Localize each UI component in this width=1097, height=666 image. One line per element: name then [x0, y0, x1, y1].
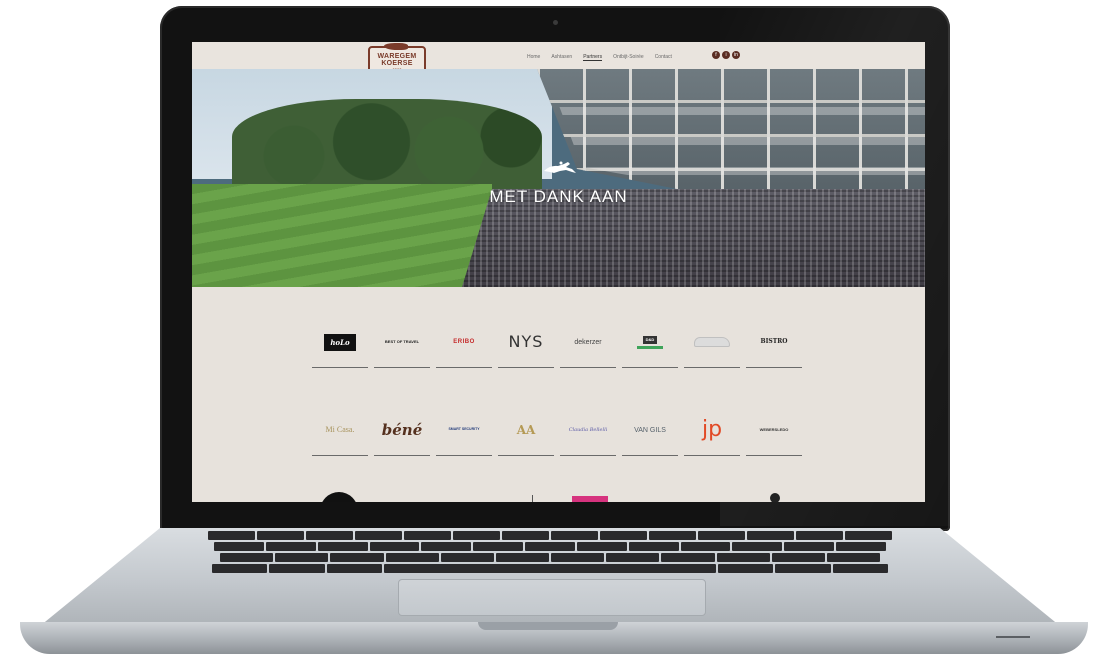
partner-logo[interactable]: hoLo — [312, 317, 368, 368]
partner-row-2: Mi Casa. béné SMART SECURITY AA Claudia … — [312, 405, 808, 456]
partner-name: Mi Casa. — [325, 425, 355, 434]
laptop-lid-notch — [478, 622, 618, 630]
nav-ashtasen[interactable]: Ashtasen — [551, 54, 572, 61]
partner-name: jp — [701, 417, 723, 442]
partner-name: NYS — [508, 332, 544, 351]
partner-name: D&D — [642, 335, 658, 344]
partner-logo[interactable]: béné — [374, 405, 430, 456]
horse-logo-icon — [384, 43, 408, 50]
partner-name: BEST OF TRAVEL — [384, 339, 420, 344]
partner-logo[interactable]: Claudia Bellelli — [560, 405, 616, 456]
partners-section: hoLo BEST OF TRAVEL ERIBO NYS dekerzer D… — [192, 287, 925, 502]
partner-logo[interactable]: BEST OF TRAVEL — [374, 317, 430, 368]
hero-banner: MET DANK AAN — [192, 69, 925, 287]
nav-contact[interactable]: Contact — [655, 54, 672, 61]
partner-row-1: hoLo BEST OF TRAVEL ERIBO NYS dekerzer D… — [312, 317, 808, 368]
nav-partners[interactable]: Partners — [583, 54, 603, 61]
linkedin-icon[interactable]: in — [732, 51, 740, 59]
site-header: WAREGEM KOERSE 2023 Home Ashtasen Partne… — [192, 42, 925, 78]
horse-jumper-icon — [544, 161, 576, 173]
facebook-icon[interactable]: f — [712, 51, 720, 59]
partner-logo[interactable] — [684, 317, 740, 368]
instagram-icon[interactable]: i — [722, 51, 730, 59]
partner-logo-dd: D&D — [637, 335, 663, 349]
partner-logo[interactable]: D&D — [622, 317, 678, 368]
car-logo-icon — [694, 337, 730, 347]
nav-ontbijt[interactable]: Ontbijt-Soirée — [613, 54, 644, 61]
partner-name: béné — [381, 420, 423, 439]
status-led-icon — [996, 636, 1030, 638]
partner-logo[interactable]: ERIBO — [436, 317, 492, 368]
partner-name: ERIBO — [453, 339, 475, 345]
logo-line-2: KOERSE — [381, 60, 413, 67]
partner-name: Claudia Bellelli — [568, 426, 608, 433]
partner-name: dekerzer — [574, 338, 602, 346]
partner-logo-partial[interactable] — [320, 492, 358, 502]
partner-logo[interactable]: VAN GILS — [622, 405, 678, 456]
hero-title: MET DANK AAN — [489, 187, 628, 206]
partner-name: BISTRO — [760, 338, 788, 345]
partner-logo[interactable]: AA — [498, 405, 554, 456]
partner-logo-partial — [532, 495, 533, 502]
webcam-icon — [553, 20, 558, 25]
partner-logo[interactable]: SMART SECURITY — [436, 405, 492, 456]
hero-trees — [232, 99, 542, 194]
partner-logo[interactable]: dekerzer — [560, 317, 616, 368]
partner-logo[interactable]: NYS — [498, 317, 554, 368]
partner-name: hoLo — [324, 333, 356, 351]
keyboard — [208, 531, 892, 575]
partner-name: VAN GILS — [634, 426, 666, 434]
main-menu: Home Ashtasen Partners Ontbijt-Soirée Co… — [527, 54, 672, 61]
partner-logo[interactable]: BISTRO — [746, 317, 802, 368]
nav-home[interactable]: Home — [527, 54, 540, 61]
partner-logo-partial[interactable] — [572, 496, 608, 502]
partner-name: SMART SECURITY — [448, 427, 480, 432]
partner-logo[interactable]: Mi Casa. — [312, 405, 368, 456]
trackpad[interactable] — [398, 579, 706, 616]
partner-logo-bar — [637, 345, 663, 349]
partner-logo[interactable]: jp — [684, 405, 740, 456]
social-links: f i in — [712, 51, 740, 59]
laptop-screen: WAREGEM KOERSE 2023 Home Ashtasen Partne… — [192, 42, 925, 502]
partner-name: AA — [516, 423, 536, 437]
gear-icon[interactable] — [770, 493, 780, 502]
partner-name: WEBERSLEDO — [759, 427, 789, 432]
logo-line-1: WAREGEM — [377, 53, 417, 60]
partner-logo[interactable]: WEBERSLEDO — [746, 405, 802, 456]
